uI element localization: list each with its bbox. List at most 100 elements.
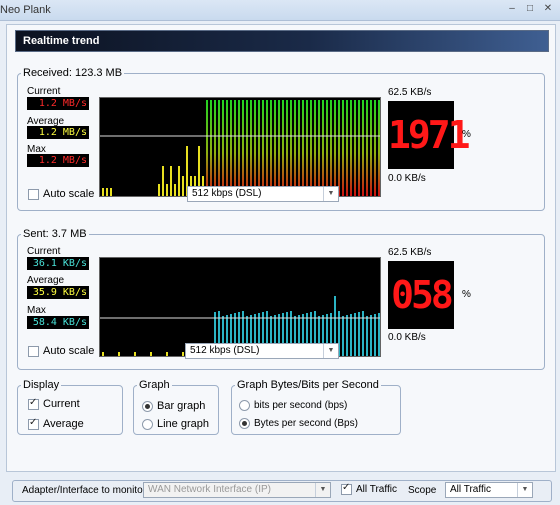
sent-legend: Sent: 3.7 MB [23,228,87,240]
units-bps-radio-dot[interactable] [239,400,250,411]
display-average-label: Average [43,418,84,430]
close-icon[interactable]: ✕ [541,2,555,16]
sent-speed-value: 512 kbps (DSL) [190,345,260,356]
sent-bar-graph [100,296,380,356]
received-percent-meter: 1971 [388,101,471,169]
received-bar [230,100,232,196]
received-percent-unit: % [462,129,471,140]
graph-line-label: Line graph [157,418,209,430]
units-Bps-radio[interactable]: Bytes per second (Bps) [239,418,358,429]
received-legend: Received: 123.3 MB [23,67,123,79]
sent-bar [182,352,184,356]
window-title: Neo Plank [0,4,51,16]
received-speed-value: 512 kbps (DSL) [192,188,262,199]
received-bar [254,100,256,196]
received-graph [99,97,381,197]
sent-percent-meter: 058 [388,261,454,329]
adapter-label: Adapter/Interface to monitor [22,485,146,496]
alltraffic-box[interactable] [341,482,352,495]
received-bar [166,184,168,196]
received-bar [222,100,224,196]
sent-autoscale-box[interactable] [28,345,39,357]
graph-bar-radio[interactable]: Bar graph [142,400,205,412]
sent-graph [99,257,381,357]
received-bar [258,100,260,196]
received-autoscale-box[interactable] [28,188,39,200]
received-max-value: 1.2 MB/s [27,154,89,167]
units-bps-radio[interactable]: bits per second (bps) [239,400,347,411]
scope-value: All Traffic [450,484,491,495]
realtime-panel: Realtime trend Received: 123.3 MB Curren… [6,24,556,472]
received-bar-graph [100,100,380,196]
received-bar [290,100,292,196]
received-bar [170,166,172,196]
title-bar: Neo Plank – □ ✕ [0,0,560,21]
sent-autoscale-checkbox[interactable]: Auto scale [28,345,94,357]
sent-scale-bottom: 0.0 KB/s [388,332,426,343]
received-bar [102,188,104,196]
sent-current-label: Current [27,246,61,257]
received-average-value: 1.2 MB/s [27,126,89,139]
sent-bar [378,313,380,356]
scope-label: Scope [408,485,437,496]
sent-bar [102,352,104,356]
received-bar [246,100,248,196]
received-bar [314,100,316,196]
sent-percent-unit: % [462,289,471,300]
received-bar [234,100,236,196]
chevron-down-icon[interactable]: ▼ [323,187,338,201]
received-bar [178,166,180,196]
received-bar [302,100,304,196]
received-bar [226,100,228,196]
sent-bar [150,352,152,356]
sent-bar [134,352,136,356]
minimize-icon[interactable]: – [505,2,519,16]
received-bar [158,184,160,196]
received-bar [286,100,288,196]
received-speed-select[interactable]: 512 kbps (DSL) ▼ [187,186,339,202]
received-bar [250,100,252,196]
received-bar [270,100,272,196]
received-bar [326,100,328,196]
chevron-down-icon[interactable]: ▼ [517,483,532,497]
chevron-down-icon[interactable]: ▼ [315,483,330,497]
graph-bar-label: Bar graph [157,400,206,412]
display-current-box[interactable] [28,397,39,410]
received-bar [274,100,276,196]
received-bar [282,100,284,196]
received-bar [306,100,308,196]
sent-percent-digits: 058 [391,273,454,317]
sent-bar [346,315,348,356]
graph-line-radio-dot[interactable] [142,418,153,430]
received-bar [350,100,352,196]
received-bar [238,100,240,196]
graph-legend: Graph [139,379,170,391]
received-bar [266,100,268,196]
sent-max-value: 58.4 KB/s [27,316,89,329]
received-autoscale-checkbox[interactable]: Auto scale [28,188,94,200]
units-bps-label: bits per second (bps) [254,400,348,411]
received-bar [354,100,356,196]
sent-speed-select[interactable]: 512 kbps (DSL) ▼ [185,343,339,359]
section-title: Realtime trend [23,35,100,47]
received-scale-top: 62.5 KB/s [388,87,432,98]
adapter-select[interactable]: WAN Network Interface (IP) ▼ [143,482,331,498]
section-header: Realtime trend [15,30,549,52]
received-bar [362,100,364,196]
graph-bar-radio-dot[interactable] [142,400,153,412]
received-bar [366,100,368,196]
display-average-box[interactable] [28,417,39,430]
units-Bps-radio-dot[interactable] [239,418,250,429]
display-average-checkbox[interactable]: Average [28,417,84,430]
maximize-icon[interactable]: □ [523,2,537,16]
chevron-down-icon[interactable]: ▼ [323,344,338,358]
received-autoscale-label: Auto scale [43,188,95,200]
received-bar [318,100,320,196]
display-current-checkbox[interactable]: Current [28,397,80,410]
alltraffic-checkbox[interactable]: All Traffic [341,482,397,495]
alltraffic-label: All Traffic [356,484,397,495]
units-legend: Graph Bytes/Bits per Second [237,379,379,391]
received-bar [378,100,380,196]
scope-select[interactable]: All Traffic ▼ [445,482,533,498]
graph-line-radio[interactable]: Line graph [142,418,209,430]
